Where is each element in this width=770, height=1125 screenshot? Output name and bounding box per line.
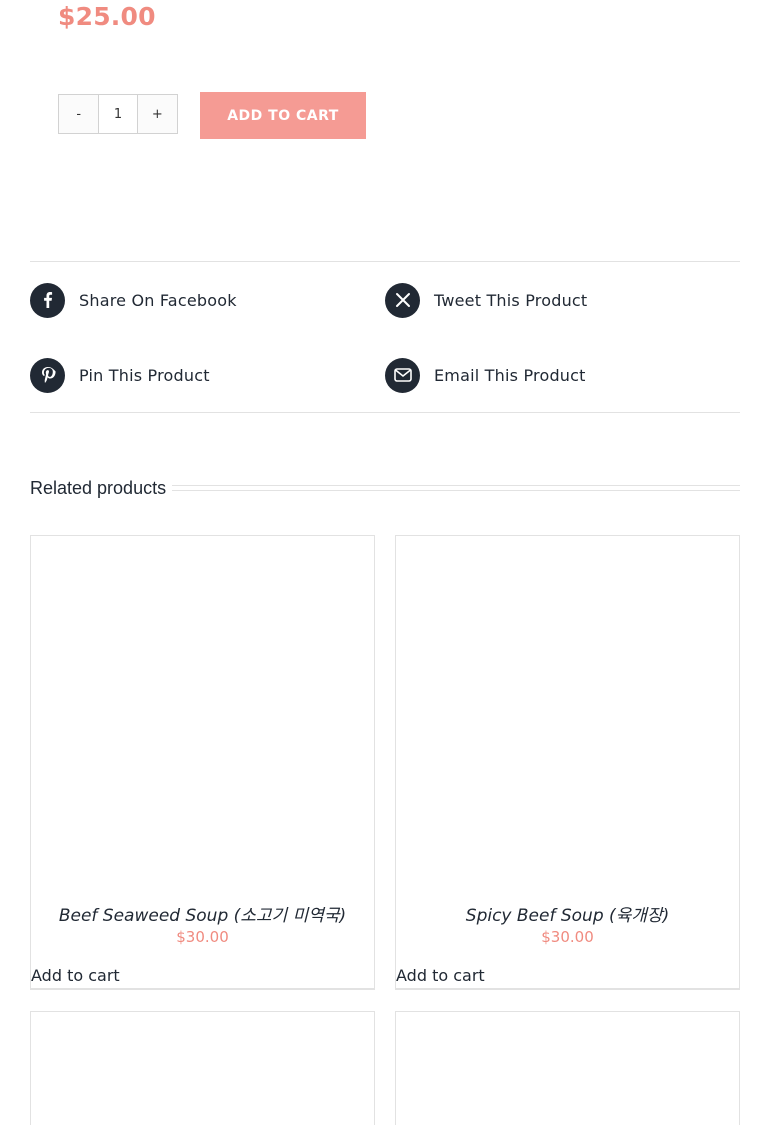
product-card (30, 1011, 375, 1125)
share-pinterest-link[interactable]: Pin This Product (30, 357, 210, 393)
related-title-separator (172, 485, 740, 491)
share-twitter-link[interactable]: Tweet This Product (385, 282, 587, 318)
product-card-footer-divider (31, 988, 374, 990)
product-image-placeholder[interactable] (31, 536, 374, 876)
quantity-decrease-button[interactable]: - (59, 95, 99, 133)
product-image-placeholder[interactable] (396, 536, 739, 876)
add-to-cart-button[interactable]: ADD TO CART (200, 92, 366, 139)
facebook-icon (30, 282, 65, 318)
product-card-footer-divider (396, 988, 739, 990)
share-facebook-link[interactable]: Share On Facebook (30, 282, 237, 318)
share-email-link[interactable]: Email This Product (385, 357, 586, 393)
x-twitter-icon (385, 282, 420, 318)
share-top-divider (30, 261, 740, 262)
email-icon (385, 357, 420, 393)
product-price: $25.00 (58, 2, 156, 31)
pinterest-icon (30, 357, 65, 393)
share-bottom-divider (30, 412, 740, 413)
product-card-price: $30.00 (176, 928, 229, 946)
product-card-add-to-cart-link[interactable]: Add to cart (396, 966, 485, 985)
quantity-input[interactable]: 1 (98, 95, 138, 133)
product-card-price: $30.00 (541, 928, 594, 946)
share-email-label: Email This Product (434, 365, 586, 385)
quantity-stepper: - 1 + (58, 94, 178, 134)
product-card-add-to-cart-link[interactable]: Add to cart (31, 966, 120, 985)
share-facebook-label: Share On Facebook (79, 290, 237, 310)
quantity-increase-button[interactable]: + (137, 95, 178, 133)
product-card-title[interactable]: Beef Seaweed Soup (소고기 미역국) (31, 901, 374, 926)
product-card (395, 1011, 740, 1125)
share-pinterest-label: Pin This Product (79, 365, 210, 385)
product-card: Beef Seaweed Soup (소고기 미역국) $30.00 Add t… (30, 535, 375, 990)
product-card-title[interactable]: Spicy Beef Soup (육개장) (396, 901, 739, 926)
share-twitter-label: Tweet This Product (434, 290, 588, 310)
related-products-title: Related products (30, 478, 167, 498)
product-card: Spicy Beef Soup (육개장) $30.00 Add to cart (395, 535, 740, 990)
